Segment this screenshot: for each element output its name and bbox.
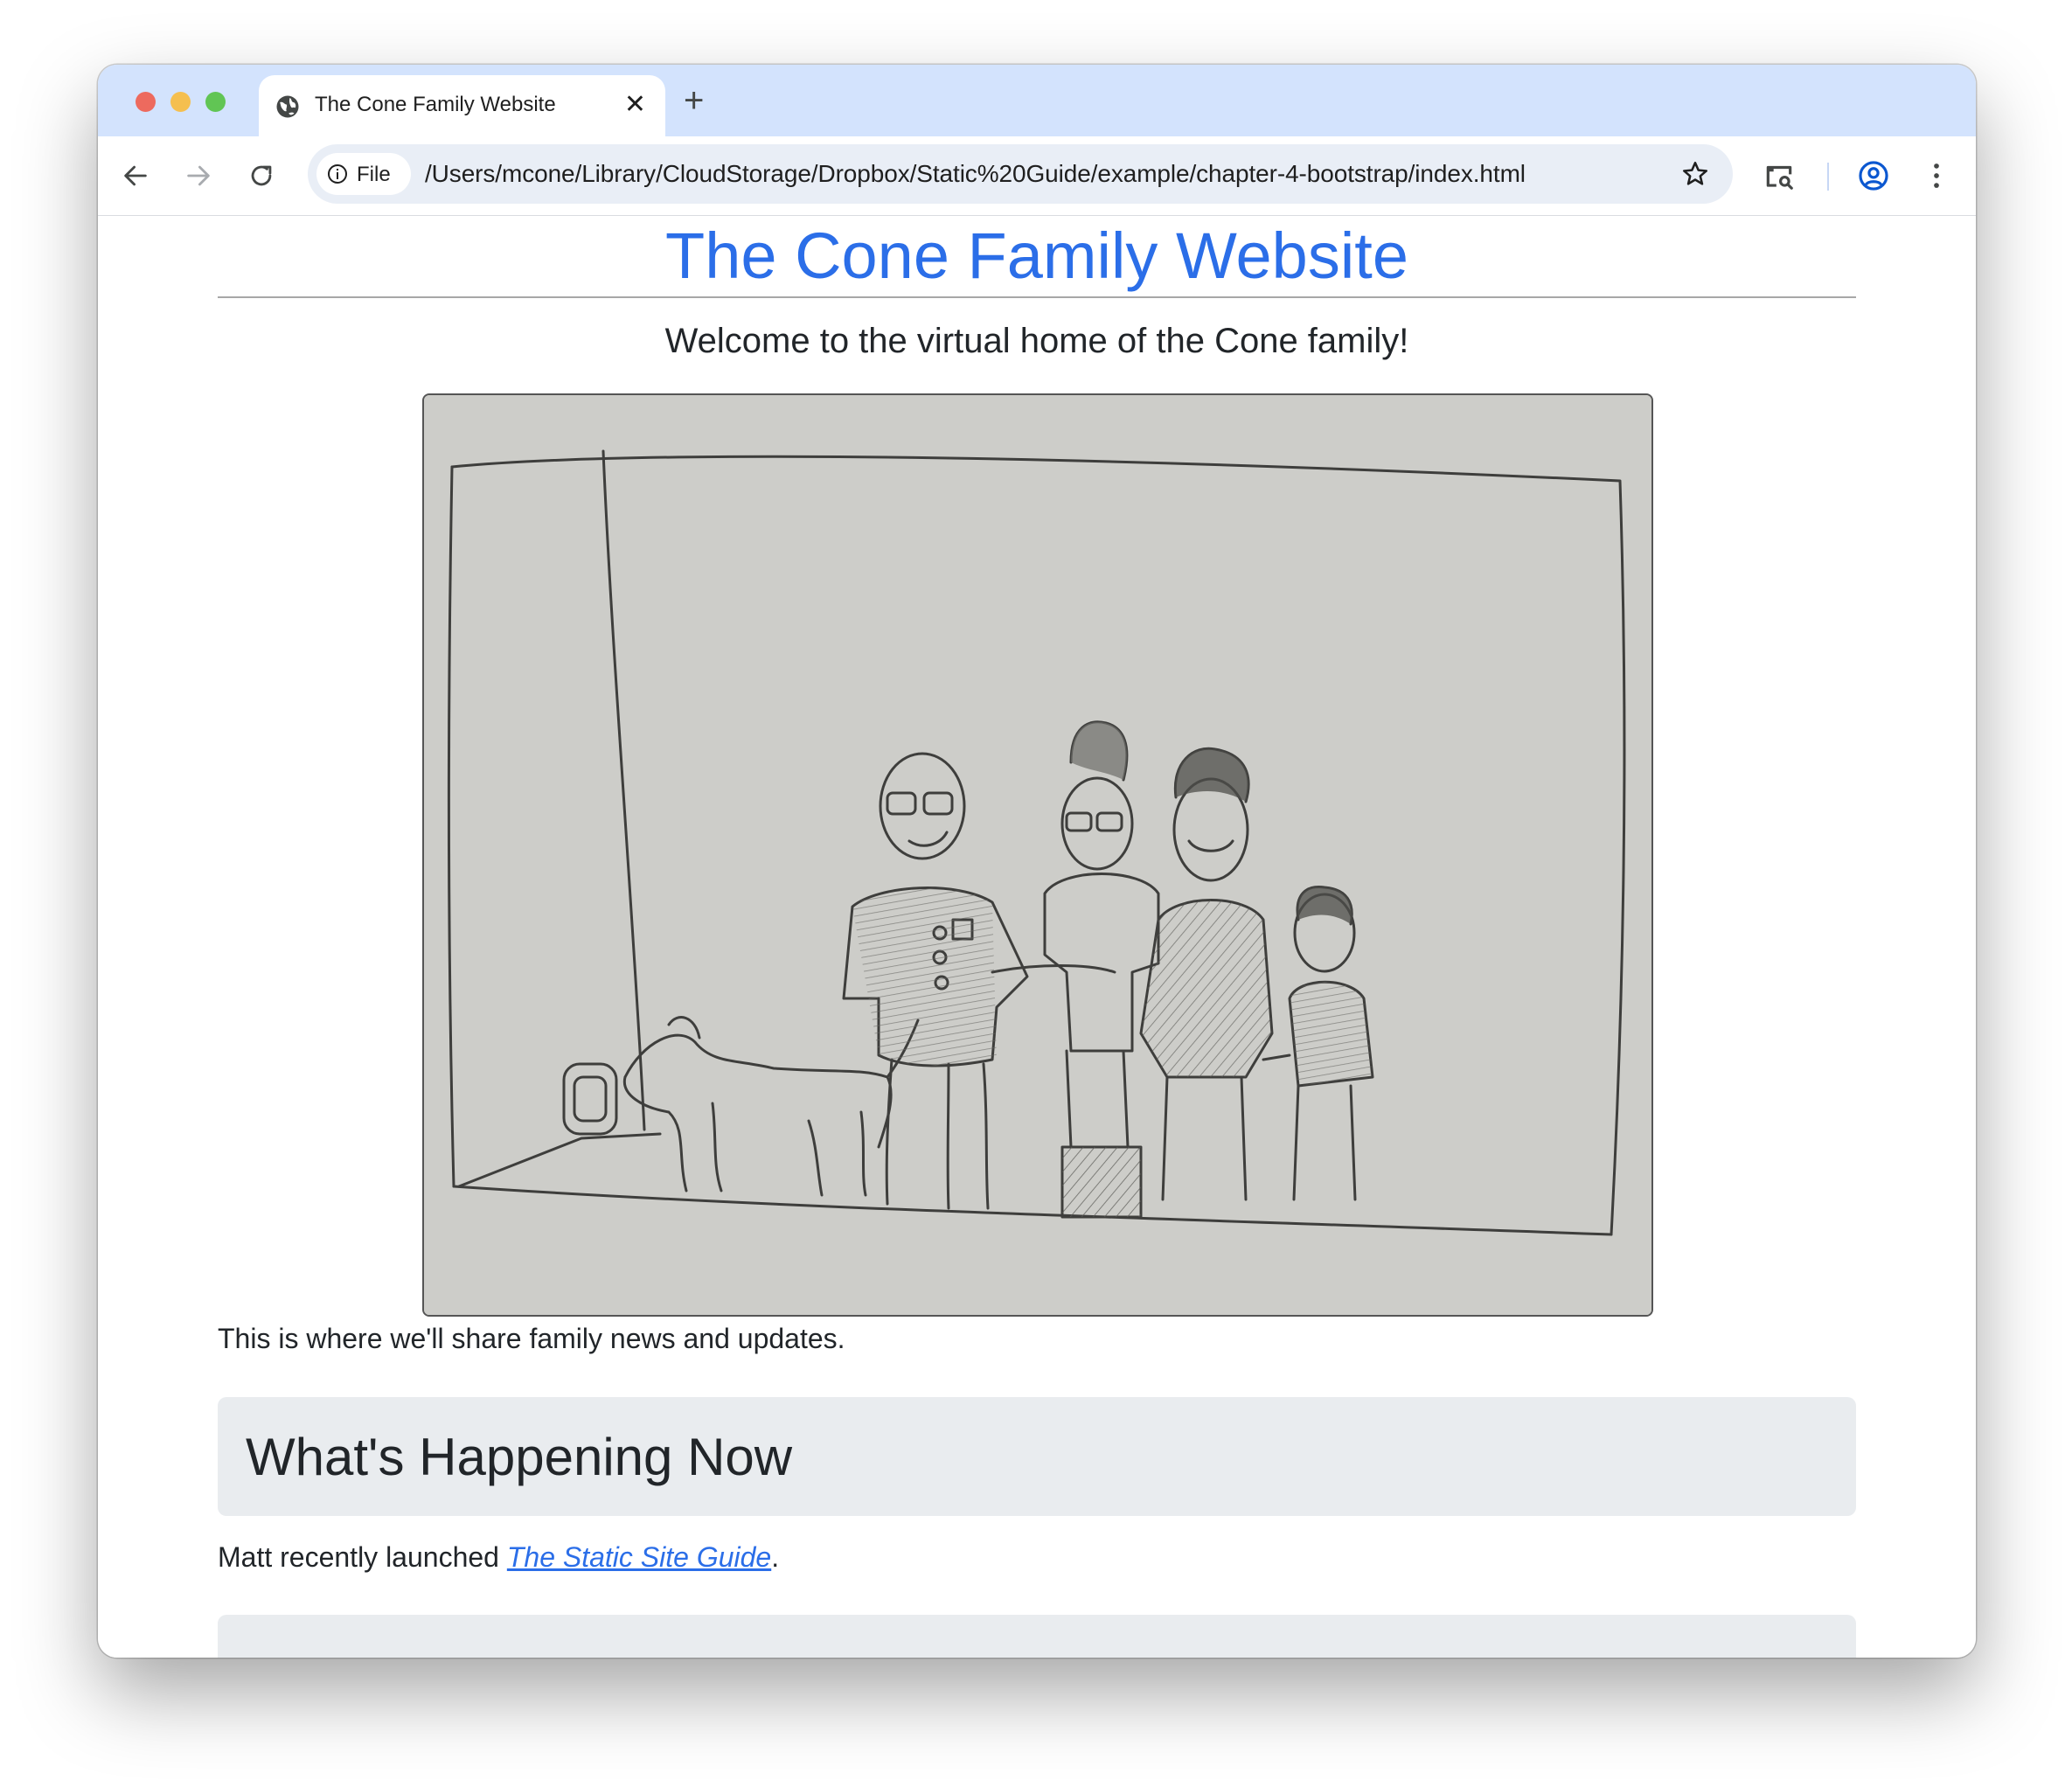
page-title: The Cone Family Website — [665, 219, 1408, 292]
welcome-lead: Welcome to the virtual home of the Cone … — [664, 322, 1409, 360]
news-paragraph: Matt recently launched The Static Site G… — [218, 1541, 779, 1574]
info-icon — [328, 164, 347, 184]
browser-toolbar: File /Users/mcone/Library/CloudStorage/D… — [98, 136, 1976, 216]
globe-icon — [276, 95, 299, 118]
tab-title: The Cone Family Website — [315, 93, 556, 116]
reload-icon[interactable] — [247, 161, 276, 191]
section-header-box: What's Happening Now — [218, 1397, 1856, 1516]
static-site-guide-link[interactable]: The Static Site Guide — [507, 1541, 771, 1573]
site-info-chip[interactable]: File — [316, 153, 411, 195]
tab-close-icon[interactable]: ✕ — [624, 89, 646, 121]
page-viewport: The Cone Family Website Welcome to the v… — [98, 216, 1976, 1658]
pencil-drawing-illustration — [424, 395, 1651, 1315]
next-section-box — [218, 1615, 1856, 1658]
title-divider — [218, 296, 1856, 298]
chip-label: File — [357, 163, 391, 186]
back-arrow-icon[interactable] — [121, 161, 150, 191]
forward-arrow-icon[interactable] — [184, 161, 213, 191]
profile-avatar-icon[interactable] — [1857, 159, 1890, 192]
close-window-button[interactable] — [136, 92, 156, 112]
more-menu-icon[interactable] — [1920, 159, 1953, 192]
browser-window: The Cone Family Website ✕ + File /Users/… — [98, 65, 1976, 1658]
url-text[interactable]: /Users/mcone/Library/CloudStorage/Dropbo… — [425, 160, 1526, 188]
address-bar[interactable]: File /Users/mcone/Library/CloudStorage/D… — [308, 144, 1733, 204]
news-suffix-text: . — [771, 1541, 780, 1573]
section-heading: What's Happening Now — [246, 1428, 793, 1486]
tab-strip: The Cone Family Website ✕ + — [98, 65, 1976, 136]
new-tab-button[interactable]: + — [684, 79, 704, 122]
toolbar-separator — [1827, 163, 1829, 191]
search-tab-icon[interactable] — [1763, 159, 1796, 192]
active-tab[interactable]: The Cone Family Website ✕ — [259, 75, 665, 136]
intro-paragraph: This is where we'll share family news an… — [218, 1323, 845, 1354]
family-drawing-image — [422, 393, 1653, 1317]
zoom-window-button[interactable] — [205, 92, 226, 112]
bookmark-star-icon[interactable] — [1680, 159, 1710, 189]
news-prefix-text: Matt recently launched — [218, 1541, 507, 1573]
minimize-window-button[interactable] — [170, 92, 191, 112]
